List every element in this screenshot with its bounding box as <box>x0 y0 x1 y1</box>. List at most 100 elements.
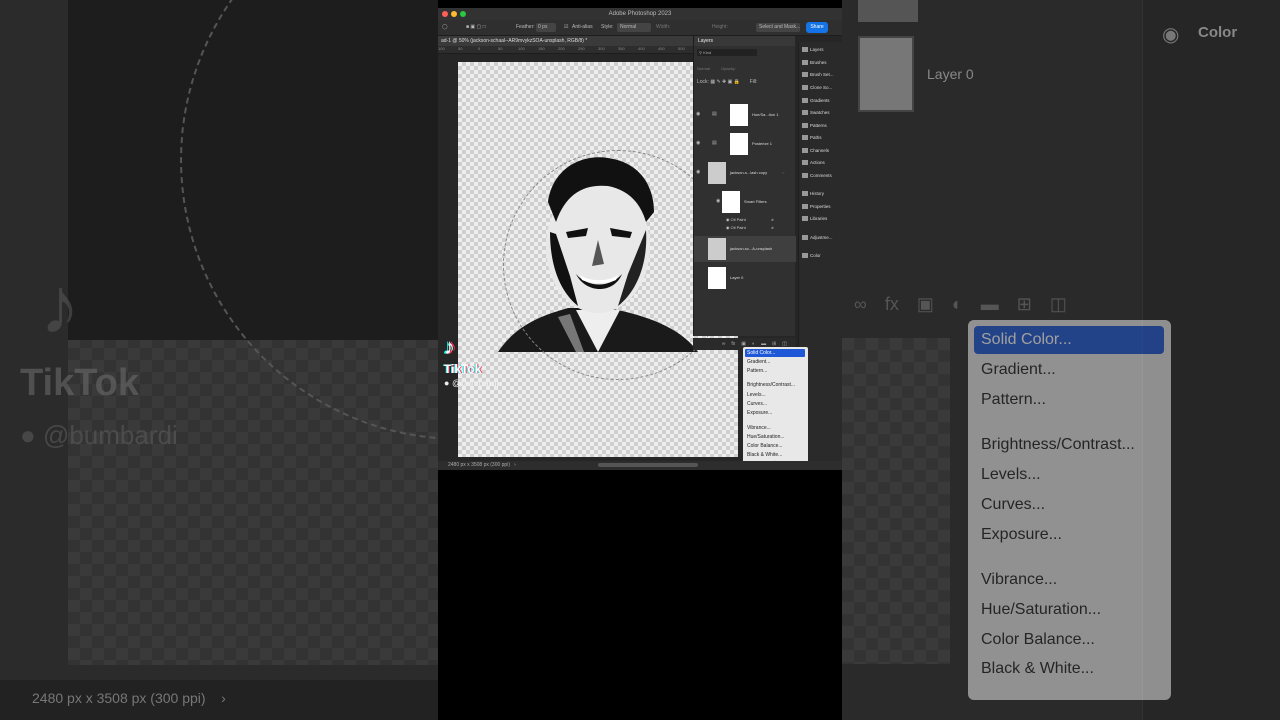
layer-filter-value: Kind <box>703 50 712 55</box>
menu-item-gradient[interactable]: Gradient... <box>747 359 770 365</box>
horizontal-scrollbar[interactable] <box>598 463 698 467</box>
smart-filter-item[interactable]: ◉ Oil Paint ≠ <box>726 225 774 230</box>
chevron-right-icon[interactable]: › <box>511 462 516 468</box>
adjustment-layer-icon: ▤ <box>712 111 717 117</box>
visibility-eye-icon[interactable]: ◉ <box>726 225 730 230</box>
canvas-workspace[interactable]: ♪ TikTok ● @bumbardi <box>438 54 738 461</box>
panel-item-brushes[interactable]: Brushes <box>802 60 827 66</box>
layer-filter-select[interactable]: ⚲ Kind <box>697 49 757 56</box>
link-icon[interactable]: ∞ <box>722 338 726 350</box>
layer-row[interactable]: ◉ ▤ Posterize 1 <box>694 131 796 157</box>
visibility-eye-icon[interactable]: ◉ <box>696 169 700 175</box>
filter-options-icon[interactable]: ≠ <box>771 217 773 222</box>
blend-mode-select[interactable]: Normal Opacity: <box>697 66 736 71</box>
adjustment-icon: ◐ <box>951 294 963 314</box>
panel-item-patterns[interactable]: Patterns <box>802 123 827 129</box>
visibility-eye-icon[interactable]: ◉ <box>726 217 730 222</box>
panel-item-color[interactable]: Color <box>802 253 821 259</box>
panel-item-paths[interactable]: Paths <box>802 135 822 141</box>
tiktok-name: TikTok <box>444 362 482 376</box>
user-icon: ● <box>20 420 36 450</box>
tiktok-name-blurred: TikTok <box>20 362 139 404</box>
menu-item-color-balance[interactable]: Color Balance... <box>747 443 783 449</box>
panel-label: Brush Set... <box>810 72 834 77</box>
layer-row[interactable]: ◉ ▤ Hue/Sa...tion 1 <box>694 102 796 128</box>
panel-item-gradients[interactable]: Gradients <box>802 98 830 104</box>
layer-photo-thumbnail <box>708 162 726 184</box>
blurred-canvas-strip <box>842 338 950 664</box>
panel-item-layers[interactable]: Layers <box>802 47 824 53</box>
ruler-tick: 350 <box>618 46 625 51</box>
tiktok-user-text-blurred: @bumbardi <box>42 420 178 450</box>
ruler-tick: 200 <box>558 46 565 51</box>
menu-item-curves[interactable]: Curves... <box>747 401 767 407</box>
search-icon: ⚲ <box>699 50 702 55</box>
marquee-tool-icon[interactable]: ◯ <box>442 24 448 30</box>
menu-item-levels[interactable]: Levels... <box>747 392 766 398</box>
blurred-menu-item: Gradient... <box>981 361 1056 378</box>
layer-row[interactable]: ◉ Smart Filters <box>694 189 796 215</box>
panel-item-comments[interactable]: Comments <box>802 173 832 179</box>
height-label: Height: <box>712 24 728 30</box>
layer-name: Hue/Sa...tion 1 <box>752 112 779 117</box>
visibility-eye-icon[interactable]: ◉ <box>696 111 700 117</box>
lock-icons[interactable]: ▦ ✎ ✚ ▣ 🔒 <box>710 79 740 85</box>
layer-row[interactable]: Layer 0 <box>694 265 796 291</box>
horizontal-ruler: 100 50 0 50 100 150 200 250 300 350 400 450 500 <box>438 46 693 54</box>
panel-label: Brushes <box>810 60 827 65</box>
panel-item-adjustments[interactable]: Adjustme... <box>802 235 833 241</box>
panel-item-clone-source[interactable]: Clone So... <box>802 85 832 91</box>
smart-filter-item[interactable]: ◉ Oil Paint ≠ <box>726 217 774 222</box>
visibility-eye-icon[interactable]: ◉ <box>696 140 700 146</box>
blurred-menu-item: Solid Color... <box>981 331 1072 348</box>
menu-item-pattern[interactable]: Pattern... <box>747 368 767 374</box>
tiktok-user-text: @bumbardi <box>451 378 499 388</box>
visibility-eye-icon[interactable]: ◉ <box>716 198 720 204</box>
layers-panel-title[interactable]: Layers <box>694 36 795 46</box>
anti-alias-checkbox[interactable]: ☑ <box>564 24 568 30</box>
menu-item-exposure[interactable]: Exposure... <box>747 410 772 416</box>
menu-item-vibrance[interactable]: Vibrance... <box>747 425 771 431</box>
opacity-label: Opacity: <box>721 66 736 71</box>
layer-name: Posterize 1 <box>752 141 773 146</box>
document-tab[interactable]: ad-1 @ 50% (jackson-schaal--AR9mvykzSOA-… <box>438 36 693 46</box>
layer-row[interactable]: ◉ jackson-s...lash copy ◌ <box>694 160 796 186</box>
menu-item-hue-saturation[interactable]: Hue/Saturation... <box>747 434 785 440</box>
filter-options-icon[interactable]: ≠ <box>771 225 773 230</box>
adjustment-layer-icon: ▤ <box>712 140 717 146</box>
layer-name: jackson-s...lash copy <box>730 170 768 175</box>
options-bar: ◯ ■ ▣ ▢ □ Feather: 0 px ☑ Anti-alias Sty… <box>438 20 842 36</box>
panel-item-history[interactable]: History <box>802 191 824 197</box>
blurred-layer-thumbnail <box>858 36 914 112</box>
selection-mode-icons[interactable]: ■ ▣ ▢ □ <box>466 24 486 30</box>
style-label: Style: <box>601 24 614 30</box>
lock-controls[interactable]: Lock: ▦ ✎ ✚ ▣ 🔒 Fill: <box>697 79 757 85</box>
menu-item-brightness-contrast[interactable]: Brightness/Contrast... <box>747 382 795 388</box>
panel-item-libraries[interactable]: Libraries <box>802 216 827 222</box>
tiktok-logo-icon: ♪ <box>444 334 455 359</box>
tiktok-logo-icon-blurred: ♪ <box>40 261 80 350</box>
share-button[interactable]: Share <box>806 22 828 33</box>
layer-mask-thumbnail <box>730 104 748 126</box>
close-window-button[interactable] <box>442 11 448 17</box>
blurred-layer-name: Layer 0 <box>927 66 974 82</box>
panel-label: Actions <box>810 160 825 165</box>
panel-item-properties[interactable]: Properties <box>802 204 831 210</box>
panel-item-brush-settings[interactable]: Brush Set... <box>802 72 834 78</box>
fx-icon[interactable]: fx <box>731 338 735 350</box>
panel-item-actions[interactable]: Actions <box>802 160 825 166</box>
minimize-window-button[interactable] <box>451 11 457 17</box>
blurred-color-label: Color <box>1198 24 1238 41</box>
panel-label: Patterns <box>810 123 827 128</box>
maximize-window-button[interactable] <box>460 11 466 17</box>
menu-item-solid-color[interactable]: Solid Color... <box>747 350 775 356</box>
panel-item-channels[interactable]: Channels <box>802 148 829 154</box>
panel-item-swatches[interactable]: Swatches <box>802 110 830 116</box>
blurred-layer-icons: ∞ fx ▣ ◐ ▬ ⊞ ◫ <box>854 294 1067 315</box>
fill-label: Fill: <box>749 79 758 85</box>
feather-value: 0 px <box>538 24 548 30</box>
style-value: Normal <box>620 24 637 30</box>
tiktok-user: ● @bumbardi <box>444 378 499 388</box>
layer-name: Layer 0 <box>730 275 744 280</box>
layer-row-selected[interactable]: jackson-sc...A-unsplash <box>694 236 796 262</box>
